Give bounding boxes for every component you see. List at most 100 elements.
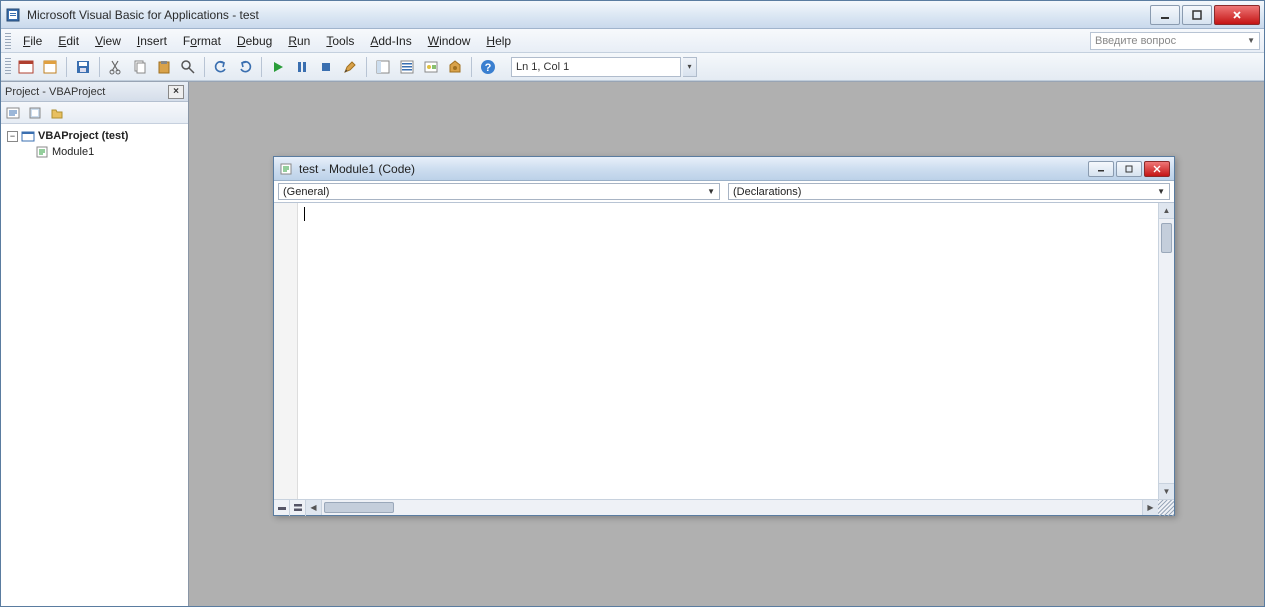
code-maximize-button[interactable] xyxy=(1116,161,1142,177)
menu-help-label: elp xyxy=(495,34,511,48)
project-explorer-panel: Project - VBAProject × − VBAProject (tes… xyxy=(1,82,189,606)
tree-module-row[interactable]: Module1 xyxy=(3,144,186,160)
main-area: Project - VBAProject × − VBAProject (tes… xyxy=(1,81,1264,606)
code-minimize-button[interactable] xyxy=(1088,161,1114,177)
find-button[interactable] xyxy=(177,56,199,78)
full-module-view-button[interactable] xyxy=(290,500,306,516)
code-gutter xyxy=(274,203,298,499)
text-cursor-icon xyxy=(304,207,305,221)
position-readout: Ln 1, Col 1 xyxy=(511,57,681,77)
titlebar: Microsoft Visual Basic for Applications … xyxy=(1,1,1264,29)
menu-format-label: rmat xyxy=(197,34,221,48)
resize-grip-icon[interactable] xyxy=(1158,500,1174,516)
menu-tools[interactable]: Tools xyxy=(318,31,362,51)
panel-close-button[interactable]: × xyxy=(168,85,184,99)
app-window: Microsoft Visual Basic for Applications … xyxy=(0,0,1265,607)
menu-insert-label: nsert xyxy=(140,34,167,48)
cut-button[interactable] xyxy=(105,56,127,78)
copy-button[interactable] xyxy=(129,56,151,78)
separator xyxy=(66,57,67,77)
horizontal-scrollbar[interactable]: ◀ ▶ xyxy=(306,500,1158,515)
procedure-view-button[interactable] xyxy=(274,500,290,516)
view-object-button[interactable] xyxy=(25,104,45,122)
position-text: Ln 1, Col 1 xyxy=(516,61,569,73)
menubar: File Edit View Insert Format Debug Run T… xyxy=(1,29,1264,53)
project-panel-toolbar xyxy=(1,102,188,124)
ask-a-question-box[interactable]: Введите вопрос ▼ xyxy=(1090,32,1260,50)
reset-button[interactable] xyxy=(315,56,337,78)
window-buttons xyxy=(1150,5,1260,25)
project-icon xyxy=(21,129,35,143)
menu-format[interactable]: Format xyxy=(175,31,229,51)
app-title: Microsoft Visual Basic for Applications … xyxy=(27,8,1150,22)
menu-view[interactable]: View xyxy=(87,31,129,51)
dropdown-arrow-icon: ▼ xyxy=(1247,36,1255,45)
tree-root-label: VBAProject (test) xyxy=(38,130,128,142)
code-window-buttons xyxy=(1088,161,1170,177)
hscroll-thumb[interactable] xyxy=(324,502,394,513)
run-button[interactable] xyxy=(267,56,289,78)
procedure-dropdown-value: (Declarations) xyxy=(733,186,801,198)
paste-button[interactable] xyxy=(153,56,175,78)
scroll-thumb[interactable] xyxy=(1161,223,1172,253)
tree-module-label: Module1 xyxy=(52,146,94,158)
procedure-dropdown[interactable]: (Declarations) ▼ xyxy=(728,183,1170,200)
menu-debug-label: ebug xyxy=(246,34,273,48)
scroll-right-icon[interactable]: ▶ xyxy=(1142,500,1158,515)
scroll-up-icon[interactable]: ▲ xyxy=(1159,203,1174,219)
design-mode-button[interactable] xyxy=(339,56,361,78)
project-tree[interactable]: − VBAProject (test) Module1 xyxy=(1,124,188,606)
code-editor[interactable] xyxy=(298,203,1158,499)
menu-insert[interactable]: Insert xyxy=(129,31,175,51)
menu-addins[interactable]: Add-Ins xyxy=(362,31,419,51)
scroll-down-icon[interactable]: ▼ xyxy=(1159,483,1174,499)
help-button[interactable]: ? xyxy=(477,56,499,78)
module-window-icon xyxy=(278,161,294,177)
separator xyxy=(99,57,100,77)
menu-window[interactable]: Window xyxy=(420,31,479,51)
module-icon xyxy=(35,145,49,159)
code-close-button[interactable] xyxy=(1144,161,1170,177)
maximize-button[interactable] xyxy=(1182,5,1212,25)
menu-edit[interactable]: Edit xyxy=(50,31,87,51)
close-button[interactable] xyxy=(1214,5,1260,25)
menu-view-label: iew xyxy=(103,34,121,48)
menu-help[interactable]: Help xyxy=(478,31,519,51)
object-dropdown[interactable]: (General) ▼ xyxy=(278,183,720,200)
separator xyxy=(471,57,472,77)
code-body: ▲ ▼ xyxy=(274,203,1174,499)
redo-button[interactable] xyxy=(234,56,256,78)
menu-run[interactable]: Run xyxy=(280,31,318,51)
toolbox-button[interactable] xyxy=(444,56,466,78)
toolbar-grip-icon xyxy=(5,58,11,76)
menu-file[interactable]: File xyxy=(15,31,50,51)
break-button[interactable] xyxy=(291,56,313,78)
tree-root-row[interactable]: − VBAProject (test) xyxy=(3,128,186,144)
mdi-area: test - Module1 (Code) (General) ▼ (Decla… xyxy=(189,82,1264,606)
save-button[interactable] xyxy=(72,56,94,78)
code-bottom-bar: ◀ ▶ xyxy=(274,499,1174,515)
menu-window-label: indow xyxy=(439,34,470,48)
scroll-left-icon[interactable]: ◀ xyxy=(306,500,322,515)
properties-button[interactable] xyxy=(396,56,418,78)
menu-file-label: ile xyxy=(30,34,42,48)
object-browser-button[interactable] xyxy=(420,56,442,78)
svg-text:?: ? xyxy=(485,62,492,74)
dropdown-arrow-icon: ▼ xyxy=(1157,187,1165,196)
separator xyxy=(261,57,262,77)
position-dropdown-icon[interactable]: ▾ xyxy=(683,57,697,77)
minimize-button[interactable] xyxy=(1150,5,1180,25)
dropdown-arrow-icon: ▼ xyxy=(707,187,715,196)
collapse-icon[interactable]: − xyxy=(7,131,18,142)
menu-debug[interactable]: Debug xyxy=(229,31,280,51)
project-explorer-button[interactable] xyxy=(372,56,394,78)
code-window-title: test - Module1 (Code) xyxy=(299,162,1088,176)
insert-userform-button[interactable] xyxy=(39,56,61,78)
view-code-button[interactable] xyxy=(3,104,23,122)
toggle-folders-button[interactable] xyxy=(47,104,67,122)
view-excel-button[interactable] xyxy=(15,56,37,78)
code-window-titlebar[interactable]: test - Module1 (Code) xyxy=(274,157,1174,181)
vertical-scrollbar[interactable]: ▲ ▼ xyxy=(1158,203,1174,499)
undo-button[interactable] xyxy=(210,56,232,78)
object-dropdown-value: (General) xyxy=(283,186,329,198)
